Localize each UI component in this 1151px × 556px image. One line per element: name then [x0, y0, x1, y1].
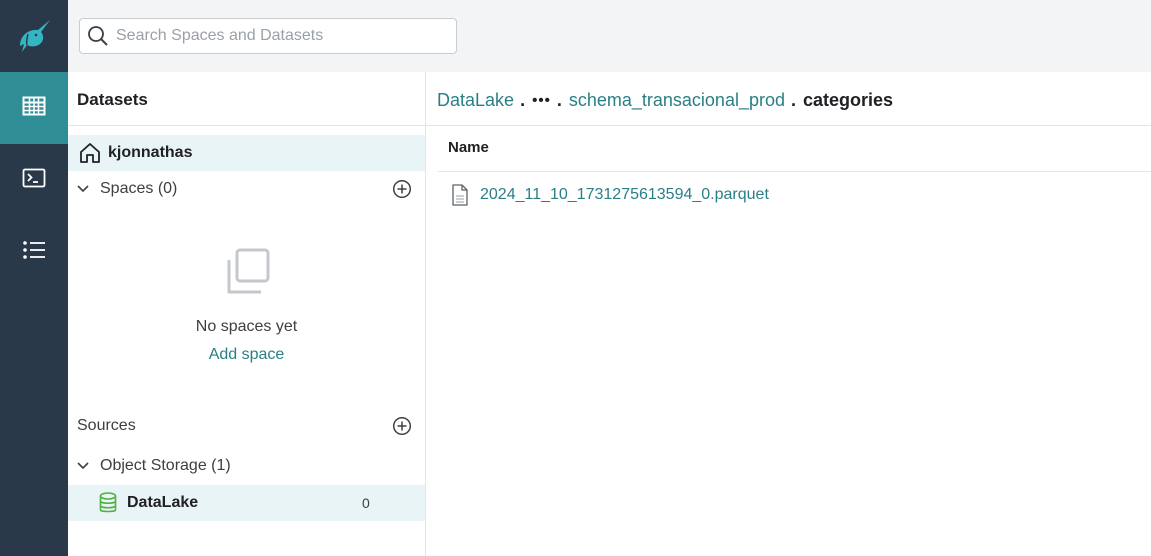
source-item-count: 0	[362, 495, 370, 511]
panel-title: Datasets	[77, 90, 148, 109]
search-icon	[80, 19, 116, 53]
chevron-down-icon	[75, 462, 91, 470]
breadcrumb-separator: .	[791, 89, 797, 110]
nav-sql-runner-button[interactable]	[0, 144, 68, 216]
file-icon	[452, 184, 470, 206]
add-source-icon[interactable]	[392, 416, 412, 436]
breadcrumb-current: categories	[803, 89, 894, 110]
chevron-down-icon	[75, 185, 91, 193]
breadcrumb: DataLake . ••• . schema_transacional_pro…	[437, 88, 893, 112]
main-content: DataLake . ••• . schema_transacional_pro…	[426, 72, 1151, 556]
list-icon	[22, 240, 46, 265]
terminal-icon	[22, 168, 46, 193]
spaces-section-header[interactable]: Spaces (0)	[68, 172, 425, 206]
object-storage-section-header[interactable]: Object Storage (1)	[68, 449, 425, 483]
narwhal-logo-icon[interactable]	[0, 0, 68, 72]
grid-table-icon	[22, 96, 46, 121]
database-icon	[99, 492, 119, 514]
breadcrumb-separator: .	[520, 89, 526, 110]
empty-copy-icon	[68, 248, 425, 296]
nav-datasets-button[interactable]	[0, 72, 68, 144]
home-space-label: kjonnathas	[108, 144, 193, 161]
source-item-label: DataLake	[127, 494, 199, 511]
breadcrumb-ellipsis-button[interactable]: •••	[532, 92, 551, 109]
search-box[interactable]	[79, 18, 457, 54]
home-space-item[interactable]: kjonnathas	[68, 135, 425, 171]
datasets-panel: Datasets kjonnathas Spaces (0) No spaces…	[68, 72, 426, 556]
breadcrumb-schema-link[interactable]: schema_transacional_prod	[569, 90, 785, 111]
source-item-datalake[interactable]: DataLake 0	[68, 485, 425, 521]
home-icon	[79, 142, 105, 164]
breadcrumb-separator: .	[556, 89, 562, 110]
divider	[426, 125, 1151, 126]
table-row[interactable]: 2024_11_10_1731275613594_0.parquet	[452, 182, 769, 208]
spaces-empty-state: No spaces yet Add space	[68, 248, 425, 364]
add-space-icon[interactable]	[392, 179, 412, 199]
object-storage-label: Object Storage (1)	[100, 457, 231, 474]
add-space-link[interactable]: Add space	[209, 346, 285, 364]
divider	[438, 171, 1151, 172]
breadcrumb-root-link[interactable]: DataLake	[437, 90, 514, 111]
spaces-label: Spaces (0)	[100, 180, 178, 197]
name-column-header[interactable]: Name	[448, 139, 489, 156]
file-name-link[interactable]: 2024_11_10_1731275613594_0.parquet	[480, 186, 769, 204]
sources-label: Sources	[77, 417, 136, 434]
empty-message: No spaces yet	[195, 318, 298, 335]
divider	[68, 125, 425, 126]
left-rail	[0, 0, 68, 556]
nav-jobs-button[interactable]	[0, 216, 68, 288]
search-input[interactable]	[116, 21, 446, 51]
top-bar	[68, 0, 1151, 72]
